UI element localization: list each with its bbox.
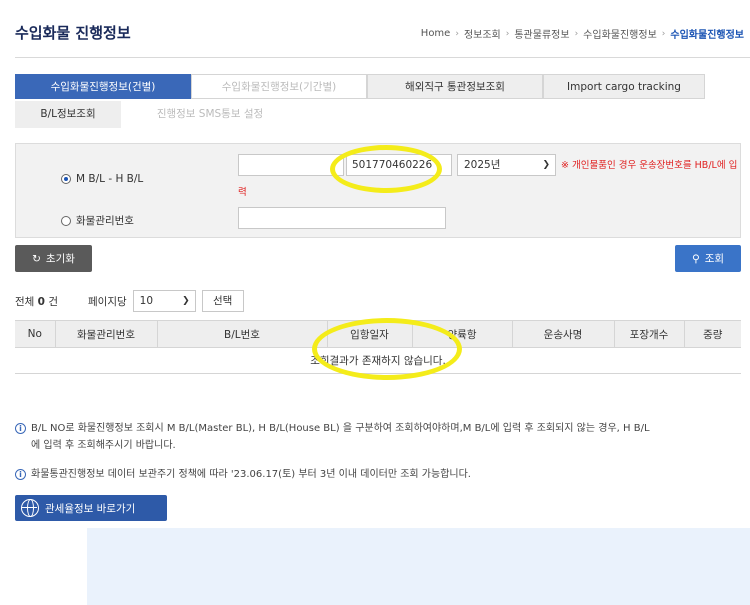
breadcrumb-import[interactable]: 수입화물진행정보 (583, 26, 657, 41)
globe-icon (21, 499, 39, 517)
breadcrumb-home[interactable]: Home (421, 28, 451, 39)
chevron-right-icon: › (505, 28, 510, 39)
chevron-down-icon: ❯ (182, 296, 190, 306)
column-weight: 중량 (684, 320, 741, 348)
personal-item-notice-cont: 력 (238, 187, 247, 198)
radio-cargo-number-label: 화물관리번호 (76, 215, 134, 227)
refresh-icon: ↻ (32, 252, 41, 265)
year-select-value: 2025년 (464, 159, 501, 171)
column-bl-number: B/L번호 (157, 320, 328, 348)
breadcrumb: Home › 정보조회 › 통관물류정보 › 수입화물진행정보 › 수입화물진행… (421, 26, 744, 41)
info-note-bl-text: B/L NO로 화물진행정보 조회시 M B/L(Master BL), H B… (31, 423, 650, 434)
select-button[interactable]: 선택 (201, 290, 244, 312)
empty-result-message: 조회결과가 존재하지 않습니다. (15, 347, 741, 374)
personal-item-notice: ※ 개인물품인 경우 운송장번호를 HB/L에 입 (561, 160, 738, 171)
column-arrival-date: 입항일자 (327, 320, 413, 348)
search-label: 조회 (704, 253, 725, 265)
column-no: No (15, 320, 56, 348)
column-cargo-number: 화물관리번호 (55, 320, 158, 348)
total-count: 전체 0 건 (15, 295, 58, 308)
tariff-info-link-label: 관세율정보 바로가기 (45, 502, 136, 515)
search-button[interactable]: ⚲ 조회 (675, 245, 741, 272)
subtab-sms-setting[interactable]: 진행정보 SMS통보 설정 (121, 101, 299, 128)
breadcrumb-logistics[interactable]: 통관물류정보 (514, 26, 569, 41)
page-title: 수입화물 진행정보 (15, 24, 131, 42)
sub-tabs: B/L정보조회 진행정보 SMS통보 설정 (15, 101, 299, 128)
tab-overseas-direct[interactable]: 해외직구 통관정보조회 (367, 74, 543, 99)
subtab-bl-info[interactable]: B/L정보조회 (15, 101, 121, 128)
reset-label: 초기화 (45, 253, 75, 265)
hbl-input[interactable]: 501770460226 (346, 154, 452, 176)
info-note-bl: i B/L NO로 화물진행정보 조회시 M B/L(Master BL), H… (15, 420, 741, 454)
per-page-select[interactable]: 10 ❯ (132, 290, 196, 312)
search-icon: ⚲ (691, 252, 700, 265)
table-header-row: No 화물관리번호 B/L번호 입항일자 양륙항 운송사명 포장개수 중량 (15, 320, 741, 348)
radio-button-unchecked[interactable] (61, 215, 71, 226)
search-panel: M B/L - H B/L 화물관리번호 501770460226 2025년 … (15, 143, 741, 238)
radio-mbl-hbl[interactable]: M B/L - H B/L (61, 173, 143, 185)
radio-button-checked[interactable] (61, 174, 71, 184)
chevron-right-icon: › (455, 28, 459, 39)
results-table: No 화물관리번호 B/L번호 입항일자 양륙항 운송사명 포장개수 중량 조회… (15, 320, 741, 374)
bottom-panel (87, 528, 750, 605)
page-header: 수입화물 진행정보 Home › 정보조회 › 통관물류정보 › 수입화물진행정… (15, 0, 750, 58)
table-row: 조회결과가 존재하지 않습니다. (15, 347, 741, 374)
column-package-count: 포장개수 (614, 320, 685, 348)
radio-cargo-number[interactable]: 화물관리번호 (61, 213, 134, 228)
tab-by-period[interactable]: 수입화물진행정보(기간별) (191, 74, 367, 99)
breadcrumb-current: 수입화물진행정보 (670, 30, 744, 41)
chevron-right-icon: › (661, 28, 666, 39)
tariff-info-link-button[interactable]: 관세율정보 바로가기 (15, 495, 167, 521)
breadcrumb-info[interactable]: 정보조회 (464, 26, 501, 41)
column-port: 양륙항 (412, 320, 513, 348)
year-select[interactable]: 2025년 ❯ (457, 154, 556, 176)
tab-by-item[interactable]: 수입화물진행정보(건별) (15, 74, 191, 99)
info-note-retention: i 화물통관진행정보 데이터 보관주기 정책에 따라 '23.06.17(토) … (15, 466, 741, 483)
info-icon: i (15, 469, 26, 480)
chevron-down-icon: ❯ (542, 160, 550, 170)
cargo-number-input[interactable] (238, 207, 446, 229)
result-count-row: 전체 0 건 페이지당 10 ❯ 선택 (15, 290, 244, 312)
info-note-retention-text: 화물통관진행정보 데이터 보관주기 정책에 따라 '23.06.17(토) 부터… (31, 469, 471, 480)
tab-import-cargo-tracking[interactable]: Import cargo tracking (543, 74, 705, 99)
info-note-bl-text-cont: 에 입력 후 조회해주시기 바랍니다. (31, 440, 176, 451)
column-carrier: 운송사명 (512, 320, 615, 348)
chevron-right-icon: › (574, 28, 579, 39)
info-icon: i (15, 423, 26, 434)
per-page-label: 페이지당 (88, 295, 127, 308)
main-tabs: 수입화물진행정보(건별) 수입화물진행정보(기간별) 해외직구 통관정보조회 I… (15, 74, 705, 99)
radio-mbl-hbl-label: M B/L - H B/L (76, 173, 144, 185)
mbl-input[interactable] (238, 154, 344, 176)
per-page-value: 10 (139, 295, 154, 307)
reset-button[interactable]: ↻ 초기화 (15, 245, 92, 272)
